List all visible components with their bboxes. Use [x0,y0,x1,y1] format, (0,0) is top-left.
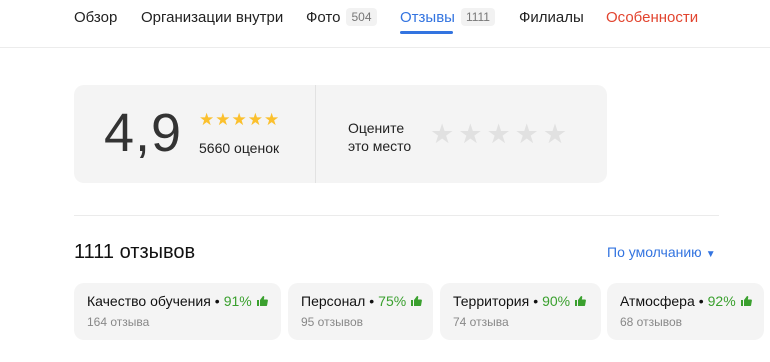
aspect-chip-education-quality[interactable]: Качество обучения • 91% 164 отзыва [74,283,281,340]
aspect-review-count: 95 отзывов [301,315,364,329]
aspect-line: Качество обучения • 91% [87,293,268,309]
tab-organizations-inside[interactable]: Организации внутри [141,7,283,27]
rate-place-stars: ★ ★ ★ ★ ★ [430,121,567,148]
tab-label: Особенности [606,8,699,26]
aspect-line: Территория • 90% [453,293,587,309]
tab-label: Обзор [74,8,118,26]
sort-label: По умолчанию [607,244,702,260]
aspect-percent: 92% [707,293,736,309]
rate-star-3-icon[interactable]: ★ [486,121,510,148]
tab-label: Филиалы [519,8,584,26]
aspect-chip-territory[interactable]: Территория • 90% 74 отзыва [440,283,601,340]
tab-label: Фото [306,8,341,26]
star-icon: ★ [215,110,231,129]
aspect-review-count: 164 отзыва [87,315,150,329]
aspect-percent: 75% [378,293,407,309]
thumbs-up-icon [740,296,752,306]
aspect-name: Качество обучения [87,293,211,309]
separator-dot: • [698,293,704,309]
aspect-percent: 91% [223,293,252,309]
aspect-review-count: 74 отзыва [453,315,509,329]
rating-value: 4,9 [104,103,183,163]
reviews-count-title: 1111 отзывов [74,241,196,263]
star-icon: ★ [199,110,215,129]
rate-star-2-icon[interactable]: ★ [458,121,482,148]
rating-count: 5660 оценок [199,140,280,156]
rate-star-5-icon[interactable]: ★ [543,121,567,148]
tab-features[interactable]: Особенности [606,7,698,27]
active-tab-indicator [400,31,453,34]
tab-label: Организации внутри [141,8,284,26]
aspect-name: Атмосфера [620,293,695,309]
tab-count-badge: 1111 [460,8,495,26]
aspect-line: Персонал • 75% [301,293,423,309]
separator-dot: • [369,293,375,309]
aspect-chip-staff[interactable]: Персонал • 75% 95 отзывов [288,283,433,340]
rate-prompt-line1: Оцените [348,120,405,136]
rating-stars: ★ ★ ★ ★ ★ [199,111,279,128]
tab-count-badge: 504 [346,8,377,26]
tab-photos[interactable]: Фото 504 [306,7,377,27]
thumbs-up-icon [575,296,587,306]
rate-prompt: Оцените это место [348,119,411,155]
tab-overview[interactable]: Обзор [74,7,117,27]
tab-reviews[interactable]: Отзывы 1111 [400,7,495,27]
tab-branches[interactable]: Филиалы [519,7,584,27]
rate-star-4-icon[interactable]: ★ [515,121,539,148]
separator-dot: • [533,293,539,309]
aspect-name: Территория [453,293,530,309]
aspect-review-count: 68 отзывов [620,315,683,329]
thumbs-up-icon [411,296,423,306]
tab-label: Отзывы [400,8,455,26]
aspect-chip-atmosphere[interactable]: Атмосфера • 92% 68 отзывов [607,283,764,340]
section-divider [74,215,719,216]
aspect-line: Атмосфера • 92% [620,293,752,309]
star-icon: ★ [247,110,263,129]
aspect-percent: 90% [542,293,571,309]
sort-dropdown[interactable]: По умолчанию ▼ [607,244,716,260]
tab-bar: Обзор Организации внутри Фото 504 Отзывы… [0,0,770,48]
thumbs-up-icon [256,296,268,306]
rate-star-1-icon[interactable]: ★ [430,121,454,148]
separator-dot: • [214,293,220,309]
card-divider [315,85,316,183]
star-icon: ★ [264,110,280,129]
aspect-name: Персонал [301,293,366,309]
caret-down-icon: ▼ [705,249,716,260]
rating-summary-card: 4,9 ★ ★ ★ ★ ★ 5660 оценок Оцените это ме… [74,85,607,183]
rate-prompt-line2: это место [348,138,412,154]
star-icon: ★ [231,110,247,129]
